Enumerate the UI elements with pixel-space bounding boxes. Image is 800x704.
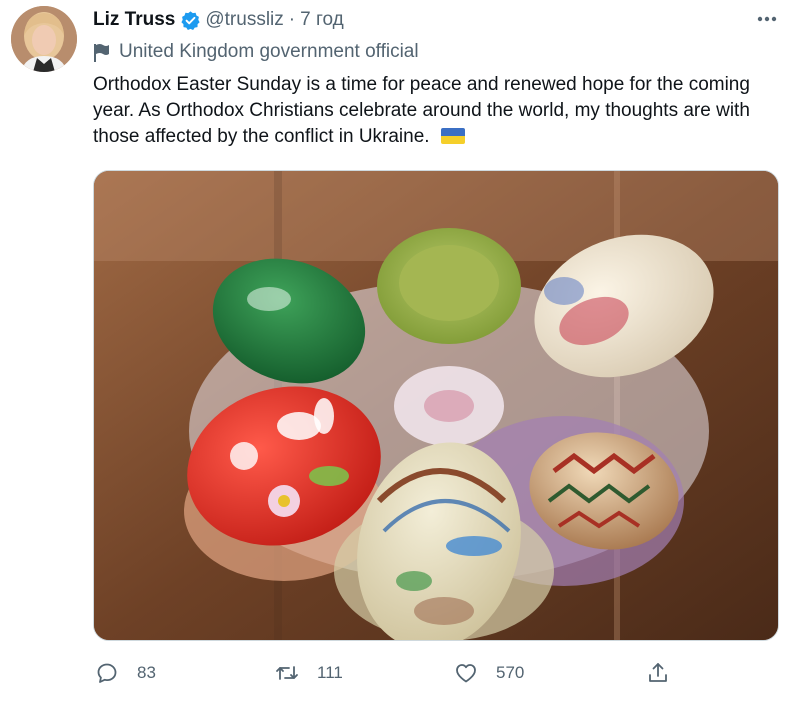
tweet-header: Liz Truss @trussliz · 7 год (93, 6, 344, 34)
tweet[interactable]: Liz Truss @trussliz · 7 год United Kingd… (0, 0, 800, 704)
account-label[interactable]: United Kingdom government official (93, 40, 419, 64)
verified-badge-icon (180, 10, 201, 31)
separator-dot: · (288, 9, 296, 30)
tweet-actions: 83 111 570 (93, 656, 683, 690)
tweet-timestamp[interactable]: 7 год (300, 9, 344, 31)
reply-count: 83 (137, 663, 156, 682)
more-icon (757, 16, 777, 22)
flag-icon (93, 43, 110, 62)
flag-stripe-blue (440, 128, 465, 136)
share-button[interactable] (646, 656, 670, 690)
heart-icon (456, 664, 476, 683)
tweet-text: Orthodox Easter Sunday is a time for pea… (93, 72, 773, 150)
ukraine-flag-icon (440, 128, 465, 144)
account-label-text: United Kingdom government official (119, 41, 419, 62)
author-handle[interactable]: @trussliz (205, 9, 283, 31)
reply-icon (97, 663, 117, 683)
retweet-count: 111 (317, 663, 343, 682)
share-icon (649, 663, 667, 682)
retweet-icon (276, 666, 298, 680)
flag-stripe-yellow (440, 136, 465, 144)
author-name[interactable]: Liz Truss (93, 9, 175, 31)
reply-button[interactable]: 83 (95, 656, 156, 690)
retweet-button[interactable]: 111 (275, 656, 343, 690)
more-options-button[interactable] (754, 8, 780, 30)
like-button[interactable]: 570 (454, 656, 524, 690)
avatar[interactable] (11, 6, 77, 72)
like-count: 570 (496, 663, 525, 682)
tweet-media-image[interactable] (93, 170, 779, 641)
tweet-text-body: Orthodox Easter Sunday is a time for pea… (93, 74, 750, 147)
